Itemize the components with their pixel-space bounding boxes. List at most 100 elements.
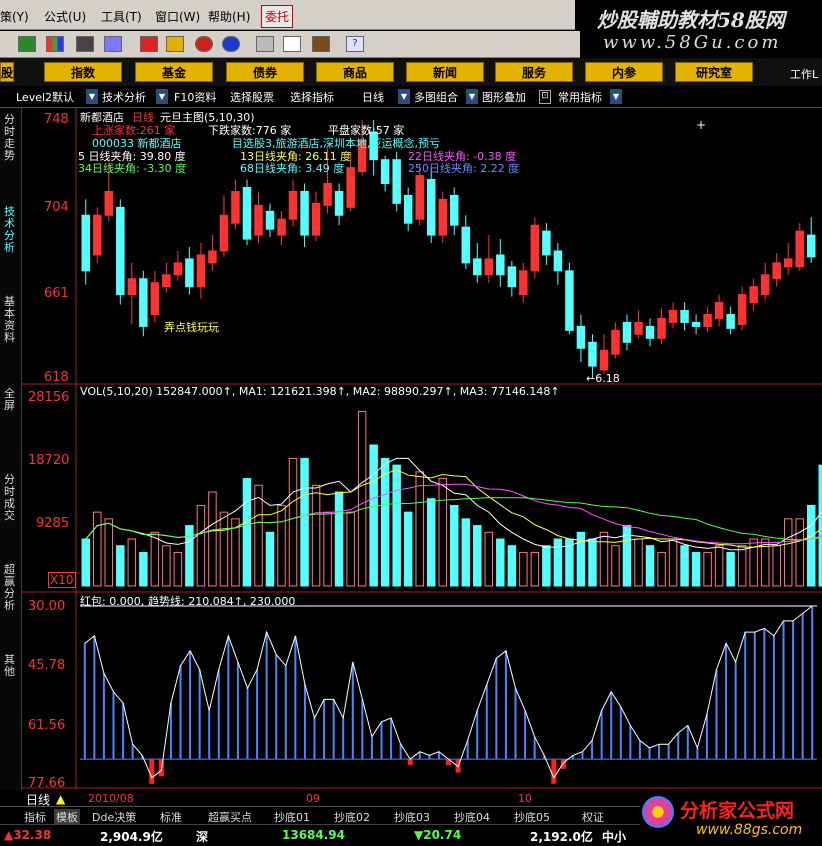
tab-commodity[interactable]: 商品 bbox=[316, 62, 394, 82]
overlay[interactable]: 图形叠加 bbox=[482, 89, 526, 105]
tab-bottom-05[interactable]: 抄底05 bbox=[514, 809, 550, 825]
tab-bottom-01[interactable]: 抄底01 bbox=[274, 809, 310, 825]
candle-body bbox=[265, 210, 275, 230]
tab-standard[interactable]: 标准 bbox=[160, 809, 182, 825]
level2-default[interactable]: Level2默认 bbox=[16, 89, 74, 105]
red-axis-label: 30.00 bbox=[28, 599, 66, 614]
menu-trade[interactable]: 委托 bbox=[261, 5, 294, 28]
candle-body-fill bbox=[277, 219, 286, 236]
help-icon[interactable]: ? bbox=[346, 36, 364, 52]
period-select[interactable]: 日线 bbox=[362, 89, 384, 105]
side-tab-fullscreen[interactable]: 全屏 bbox=[4, 388, 18, 412]
candle-body bbox=[565, 270, 574, 331]
dropdown-arrow-icon[interactable]: ▼ bbox=[398, 89, 410, 104]
tab-bottom-02[interactable]: 抄底02 bbox=[334, 809, 370, 825]
tab-stock[interactable]: 股 bbox=[0, 62, 14, 82]
volume-bar bbox=[323, 511, 332, 587]
tab-template[interactable]: 模板 bbox=[54, 809, 80, 825]
volume-bar bbox=[691, 551, 701, 587]
red-header-b: 趋势线: 210.084↑, 230.000 bbox=[148, 595, 296, 608]
candle-body-fill bbox=[600, 350, 608, 371]
tab-warrant[interactable]: 权证 bbox=[582, 809, 604, 825]
select-stock[interactable]: 选择股票 bbox=[230, 89, 274, 105]
books-icon[interactable] bbox=[312, 36, 330, 52]
tech-analysis[interactable]: 技术分析 bbox=[102, 89, 146, 105]
side-tab-technical[interactable]: 技术分析 bbox=[4, 206, 18, 254]
tab-insider[interactable]: 内参 bbox=[585, 62, 663, 82]
tab-news[interactable]: 新闻 bbox=[406, 62, 484, 82]
dropdown-arrow-icon[interactable]: ▼ bbox=[156, 89, 168, 104]
volume-bar bbox=[265, 531, 275, 587]
volume-bar bbox=[127, 538, 137, 587]
common-indicators[interactable]: 常用指标 bbox=[558, 89, 602, 105]
tab-buy-point[interactable]: 超赢买点 bbox=[208, 809, 252, 825]
tab-bond[interactable]: 债券 bbox=[226, 62, 304, 82]
eraser-icon[interactable] bbox=[256, 36, 274, 52]
menu-formula[interactable]: 公式(U) bbox=[44, 8, 86, 25]
triangle-icon[interactable]: ▲ bbox=[56, 792, 65, 806]
multi-chart[interactable]: 多图组合 bbox=[414, 89, 458, 105]
menu-strategy[interactable]: 策(Y) bbox=[0, 8, 29, 25]
tab-dde[interactable]: Dde决策 bbox=[92, 809, 136, 825]
candle-body bbox=[242, 186, 252, 240]
diamond-icon[interactable] bbox=[166, 36, 184, 52]
candle-body-fill bbox=[772, 262, 781, 279]
volume-bar bbox=[496, 538, 505, 587]
tab-work[interactable]: 工作L bbox=[790, 66, 818, 82]
lock-icon[interactable]: ⊡ bbox=[539, 90, 551, 104]
chart-area[interactable]: 748 704 661 618 28156 18720 9285 X10 30.… bbox=[22, 108, 822, 798]
dropdown-arrow-icon[interactable]: ▼ bbox=[610, 89, 622, 104]
chart-svg[interactable] bbox=[22, 108, 822, 798]
candle-body bbox=[645, 325, 655, 339]
stop-icon[interactable] bbox=[140, 36, 158, 52]
status-index-sz: 13684.94 bbox=[282, 828, 346, 842]
euro-icon[interactable] bbox=[222, 36, 240, 52]
candle-body bbox=[300, 190, 309, 236]
menu-help[interactable]: 帮助(H) bbox=[208, 8, 250, 25]
tab-indicator[interactable]: 指标 bbox=[24, 809, 46, 825]
window-icon[interactable] bbox=[283, 36, 301, 52]
menu-window[interactable]: 窗口(W) bbox=[155, 8, 200, 25]
f10-data[interactable]: F10资料 bbox=[174, 89, 216, 105]
volume-bar bbox=[288, 457, 298, 587]
red-packet-marker bbox=[560, 759, 566, 769]
alarm-icon[interactable] bbox=[104, 36, 122, 52]
candle-body bbox=[542, 230, 551, 256]
candle-body-fill bbox=[634, 322, 643, 335]
red-packet-marker bbox=[407, 759, 413, 766]
tab-bottom-03[interactable]: 抄底03 bbox=[394, 809, 430, 825]
candle-body bbox=[691, 321, 701, 327]
select-indicator[interactable]: 选择指标 bbox=[290, 89, 334, 105]
candle-body bbox=[680, 310, 689, 323]
column-icon[interactable] bbox=[18, 36, 36, 52]
side-tab-other[interactable]: 其他 bbox=[4, 654, 18, 678]
tab-index[interactable]: 指数 bbox=[44, 62, 122, 82]
side-tab-superwin[interactable]: 超赢分析 bbox=[4, 564, 18, 612]
candle-body bbox=[380, 159, 390, 185]
status-change-sh: ▲32.38 bbox=[4, 828, 52, 842]
dropdown-arrow-icon[interactable]: ▼ bbox=[86, 89, 98, 104]
volume-bar bbox=[657, 551, 666, 587]
tab-fund[interactable]: 基金 bbox=[135, 62, 213, 82]
volume-bar bbox=[668, 538, 678, 587]
tab-research[interactable]: 研究室 bbox=[675, 62, 753, 82]
candle-body bbox=[726, 313, 735, 329]
tab-bottom-04[interactable]: 抄底04 bbox=[454, 809, 490, 825]
menu-tools[interactable]: 工具(T) bbox=[101, 8, 142, 25]
binoculars-icon[interactable] bbox=[76, 36, 94, 52]
volume-bar bbox=[795, 518, 804, 587]
candle-body bbox=[461, 226, 471, 264]
angle-250: 250日线夹角: 2.22 度 bbox=[408, 162, 520, 175]
candle-body bbox=[116, 206, 125, 296]
side-tab-trades[interactable]: 分时成交 bbox=[4, 474, 18, 522]
volume-bar bbox=[150, 531, 160, 587]
watermark-top-url: www.58Gu.com bbox=[603, 32, 782, 53]
candle-body bbox=[450, 194, 459, 226]
dropdown-arrow-icon[interactable]: ▼ bbox=[466, 89, 478, 104]
no-icon[interactable] bbox=[195, 36, 213, 52]
candle-body bbox=[392, 159, 401, 204]
side-tab-timeshare[interactable]: 分时走势 bbox=[4, 114, 18, 162]
bars-icon[interactable] bbox=[46, 36, 64, 52]
tab-service[interactable]: 服务 bbox=[495, 62, 573, 82]
side-tab-fundamental[interactable]: 基本资料 bbox=[4, 296, 18, 344]
